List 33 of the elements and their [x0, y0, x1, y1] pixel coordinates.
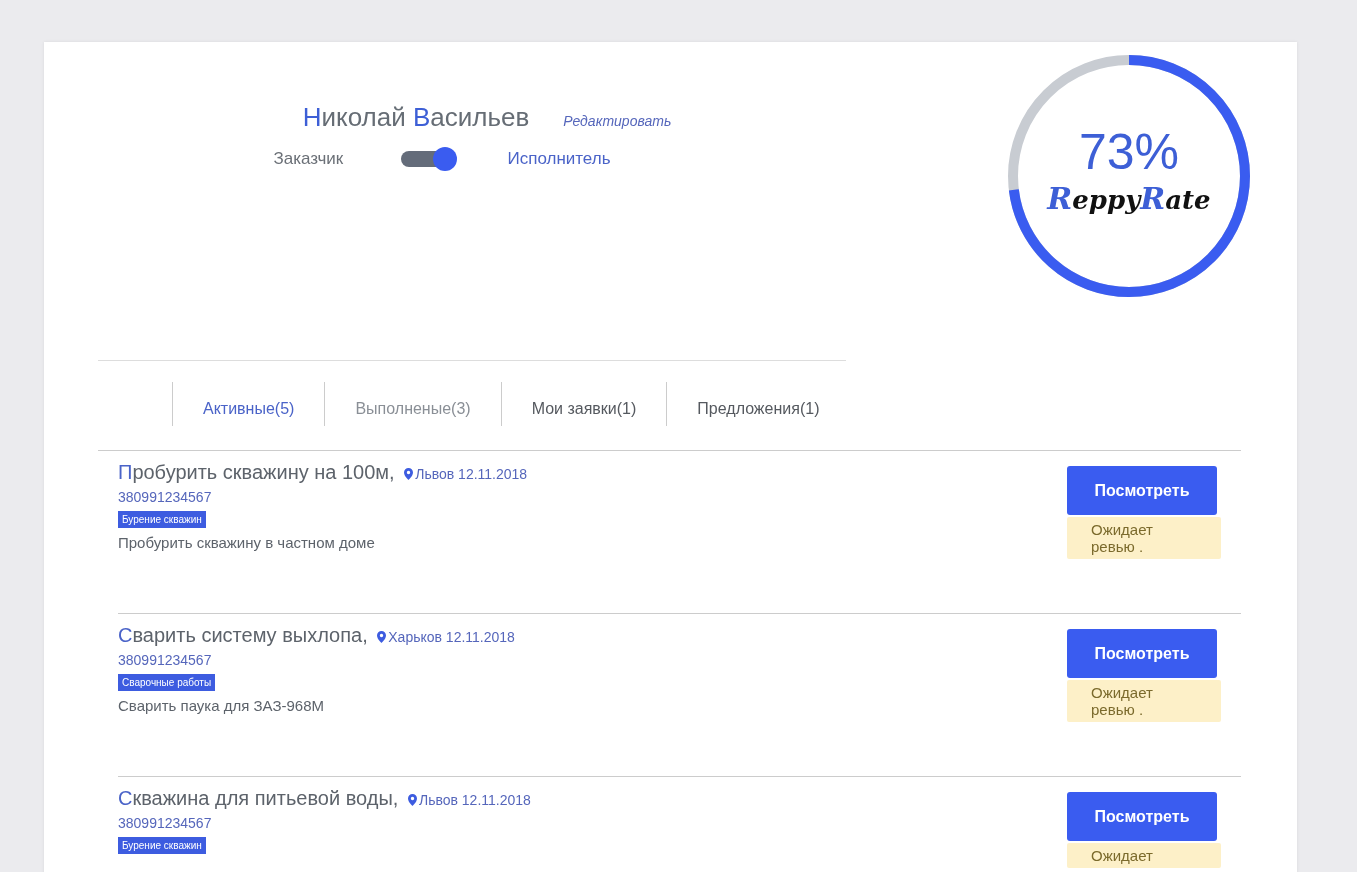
status-note: Ожидает ревью . [1067, 517, 1221, 559]
order-location-date: Харьков 12.11.2018 [388, 629, 515, 645]
edit-link[interactable]: Редактировать [563, 113, 672, 129]
category-tag: Бурение скважин [118, 837, 206, 854]
view-button[interactable]: Посмотреть [1067, 792, 1217, 841]
role-toggle[interactable] [399, 147, 460, 171]
phone-number: 380991234567 [118, 652, 213, 668]
category-tag: Сварочные работы [118, 674, 216, 691]
order-title: Скважина для питьевой воды, [118, 786, 399, 811]
phone-number: 380991234567 [118, 815, 213, 831]
location-pin-icon [377, 631, 387, 643]
view-button[interactable]: Посмотреть [1067, 629, 1217, 678]
tab[interactable]: Активные(5) [172, 382, 325, 426]
view-button[interactable]: Посмотреть [1067, 466, 1217, 515]
phone-number: 380991234567 [118, 489, 213, 505]
tab[interactable]: Предложения(1) [666, 382, 850, 426]
role-label: Исполнитель [507, 149, 611, 169]
rating-value: 73% [1078, 126, 1180, 177]
order-title: Пробурить скважину на 100м, [118, 460, 395, 485]
order-description: Сварить паука для ЗАЗ-968М [118, 697, 325, 714]
logo: ReppyRate [1047, 180, 1211, 216]
order-title: Сварить систему выхлопа, [118, 623, 368, 648]
order-description: Пробурить скважину в частном доме [118, 534, 376, 551]
order-location-date: Львов 12.11.2018 [418, 792, 531, 808]
location-pin-icon [404, 468, 414, 480]
tab[interactable]: Мои заявки(1) [500, 382, 667, 426]
user-name: Николай Васильев [302, 102, 530, 133]
location-pin-icon [407, 794, 417, 806]
status-note: Ожидает ревью . [1067, 680, 1221, 722]
category-tag: Бурение скважин [118, 511, 206, 528]
role-label: Заказчик [273, 149, 345, 169]
status-note: Ожидает [1067, 843, 1221, 868]
order-location-date: Львов 12.11.2018 [415, 466, 528, 482]
